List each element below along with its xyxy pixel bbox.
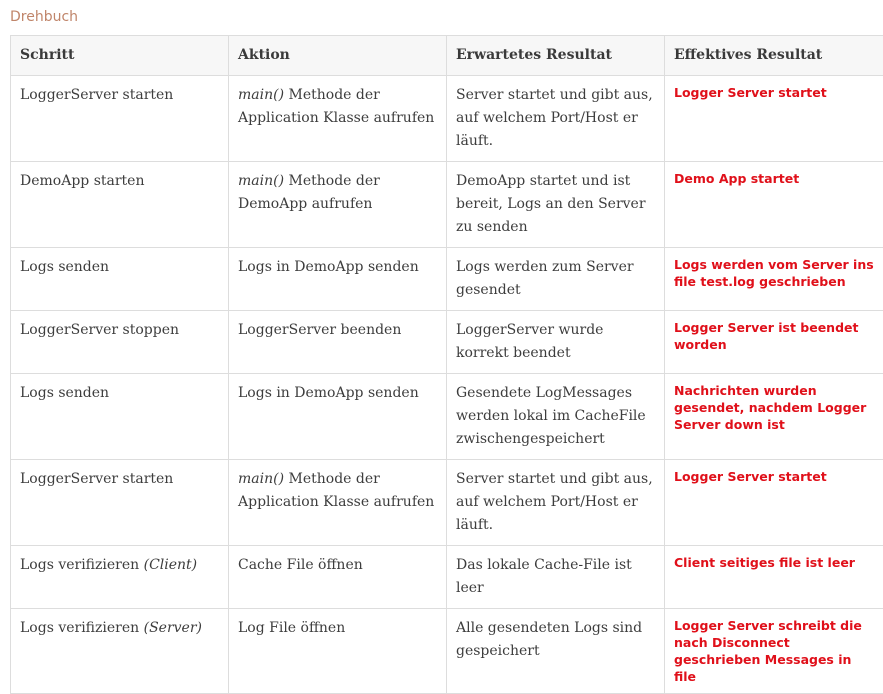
cell-aktion: main() Methode der Application Klasse au… <box>229 460 447 546</box>
table-row: DemoApp starten main() Methode der DemoA… <box>11 162 883 248</box>
cell-schritt: DemoApp starten <box>11 162 229 248</box>
cell-erwartet: Das lokale Cache-File ist leer <box>447 546 665 609</box>
table-row: LoggerServer starten main() Methode der … <box>11 460 883 546</box>
table-row: Logs senden Logs in DemoApp senden Logs … <box>11 248 883 311</box>
section-title: Drehbuch <box>10 9 78 25</box>
cell-effektiv: Logger Server ist beendet worden <box>665 311 883 374</box>
test-script-table: Schritt Aktion Erwartetes Resultat Effek… <box>10 35 883 694</box>
cell-schritt: Logs verifizieren (Client) <box>11 546 229 609</box>
cell-erwartet: LoggerServer wurde korrekt beendet <box>447 311 665 374</box>
table-row: Logs verifizieren (Server) Log File öffn… <box>11 609 883 694</box>
cell-effektiv: Logs werden vom Server ins file test.log… <box>665 248 883 311</box>
header-effektives-resultat: Effektives Resultat <box>665 36 883 76</box>
cell-aktion: Cache File öffnen <box>229 546 447 609</box>
header-aktion: Aktion <box>229 36 447 76</box>
cell-schritt: LoggerServer stoppen <box>11 311 229 374</box>
cell-erwartet: Server startet und gibt aus, auf welchem… <box>447 460 665 546</box>
cell-erwartet: Logs werden zum Server gesendet <box>447 248 665 311</box>
cell-aktion: LoggerServer beenden <box>229 311 447 374</box>
header-erwartetes-resultat: Erwartetes Resultat <box>447 36 665 76</box>
cell-aktion: main() Methode der DemoApp aufrufen <box>229 162 447 248</box>
cell-effektiv: Logger Server startet <box>665 460 883 546</box>
cell-effektiv: Nachrichten wurden gesendet, nachdem Log… <box>665 374 883 460</box>
cell-schritt: LoggerServer starten <box>11 460 229 546</box>
cell-erwartet: Server startet und gibt aus, auf welchem… <box>447 76 665 162</box>
cell-aktion: Logs in DemoApp senden <box>229 374 447 460</box>
table-row: Logs verifizieren (Client) Cache File öf… <box>11 546 883 609</box>
table-header-row: Schritt Aktion Erwartetes Resultat Effek… <box>11 36 883 76</box>
cell-schritt: Logs senden <box>11 374 229 460</box>
cell-effektiv: Logger Server schreibt die nach Disconne… <box>665 609 883 694</box>
cell-effektiv: Logger Server startet <box>665 76 883 162</box>
cell-aktion: Logs in DemoApp senden <box>229 248 447 311</box>
cell-erwartet: Alle gesendeten Logs sind gespeichert <box>447 609 665 694</box>
cell-schritt: LoggerServer starten <box>11 76 229 162</box>
cell-erwartet: DemoApp startet und ist bereit, Logs an … <box>447 162 665 248</box>
header-schritt: Schritt <box>11 36 229 76</box>
cell-aktion: main() Methode der Application Klasse au… <box>229 76 447 162</box>
cell-aktion: Log File öffnen <box>229 609 447 694</box>
cell-schritt: Logs senden <box>11 248 229 311</box>
cell-erwartet: Gesendete LogMessages werden lokal im Ca… <box>447 374 665 460</box>
table-row: Logs senden Logs in DemoApp senden Gesen… <box>11 374 883 460</box>
cell-effektiv: Demo App startet <box>665 162 883 248</box>
table-row: LoggerServer starten main() Methode der … <box>11 76 883 162</box>
table-row: LoggerServer stoppen LoggerServer beende… <box>11 311 883 374</box>
cell-effektiv: Client seitiges file ist leer <box>665 546 883 609</box>
cell-schritt: Logs verifizieren (Server) <box>11 609 229 694</box>
